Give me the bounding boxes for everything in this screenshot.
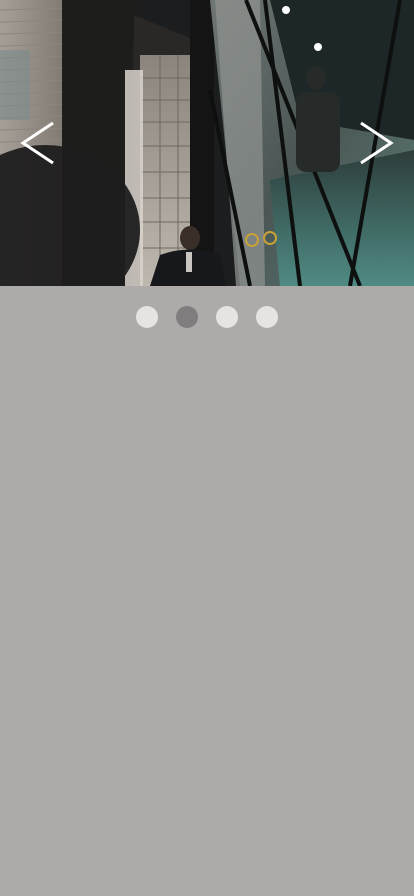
carousel-dot-4[interactable] (256, 306, 278, 328)
carousel-dot-1[interactable] (136, 306, 158, 328)
chevron-left-icon (20, 121, 54, 165)
carousel-dot-2[interactable] (176, 306, 198, 328)
carousel-next-button[interactable] (352, 118, 402, 168)
image-carousel[interactable] (0, 0, 414, 286)
carousel-pagination (0, 306, 414, 328)
carousel-dot-3[interactable] (216, 306, 238, 328)
chevron-right-icon (360, 121, 394, 165)
carousel-prev-button[interactable] (12, 118, 62, 168)
empty-content-area (0, 340, 414, 896)
app-screen (0, 0, 414, 896)
